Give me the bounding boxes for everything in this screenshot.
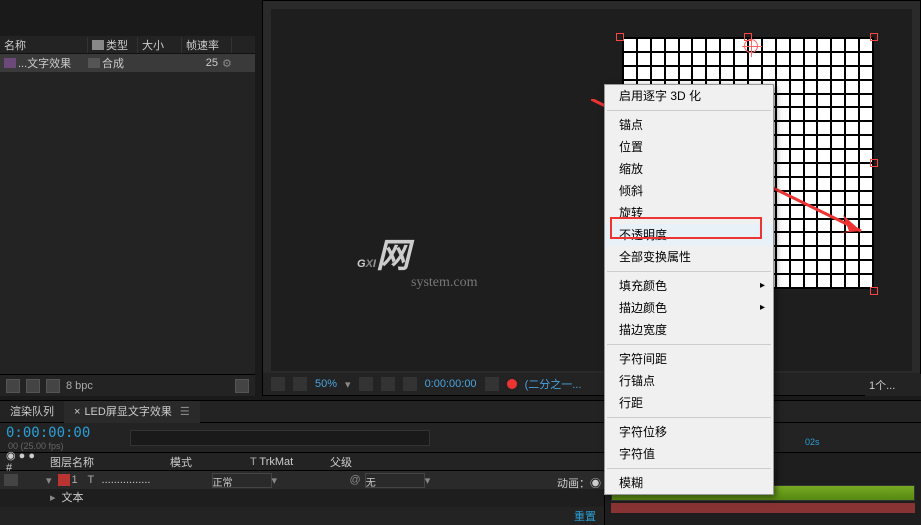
grid-icon[interactable] bbox=[271, 377, 285, 391]
layer-name[interactable]: ................ bbox=[102, 474, 212, 486]
menu-enable-3d[interactable]: 启用逐字 3D 化 bbox=[605, 85, 773, 107]
new-comp-icon[interactable] bbox=[46, 379, 60, 393]
menu-skew[interactable]: 倾斜 bbox=[605, 180, 773, 202]
layer-number: 1 bbox=[72, 474, 88, 486]
tab-composition[interactable]: ×LED屏显文字效果☰ bbox=[64, 401, 200, 423]
layer-search[interactable] bbox=[130, 430, 430, 446]
visibility-icon[interactable] bbox=[4, 474, 18, 486]
handle-mr[interactable] bbox=[870, 159, 878, 167]
res-icon[interactable] bbox=[359, 377, 373, 391]
mask-icon[interactable] bbox=[293, 377, 307, 391]
zoom-level[interactable]: 50% bbox=[315, 378, 337, 390]
col-switches: ◉ ● ● # bbox=[0, 449, 44, 474]
settings-icon[interactable]: ⚙ bbox=[222, 58, 232, 70]
menu-line-spacing[interactable]: 行距 bbox=[605, 392, 773, 414]
col-name[interactable]: 名称 bbox=[0, 37, 88, 53]
comp-icon bbox=[4, 58, 16, 68]
col-trkmat[interactable]: T TrkMat bbox=[244, 456, 324, 468]
text-layer-icon: T bbox=[88, 474, 102, 486]
current-time[interactable]: 0:00:00:00 bbox=[6, 425, 90, 441]
context-menu: 启用逐字 3D 化 锚点 位置 缩放 倾斜 旋转 不透明度 全部变换属性 填充颜… bbox=[604, 84, 774, 495]
col-parent[interactable]: 父级 bbox=[324, 454, 424, 470]
interpret-icon[interactable] bbox=[6, 379, 20, 393]
channel-icon[interactable] bbox=[403, 377, 417, 391]
anchor-point-icon[interactable] bbox=[744, 39, 758, 53]
col-layer-name[interactable]: 图层名称 bbox=[44, 454, 164, 470]
menu-char-offset[interactable]: 字符位移 bbox=[605, 421, 773, 443]
col-mode[interactable]: 模式 bbox=[164, 454, 244, 470]
resolution[interactable]: (二分之一... bbox=[525, 376, 582, 392]
project-columns: 名称 类型 大小 帧速率 bbox=[0, 36, 255, 54]
menu-anchor[interactable]: 锚点 bbox=[605, 114, 773, 136]
color-icon[interactable] bbox=[507, 379, 517, 389]
menu-all-transform[interactable]: 全部变换属性 bbox=[605, 246, 773, 268]
twirl-icon[interactable]: ▾ bbox=[46, 474, 52, 487]
parent-select[interactable]: 无 bbox=[365, 473, 425, 488]
layer-color[interactable] bbox=[58, 474, 70, 486]
tag-icon bbox=[92, 40, 104, 50]
watermark-sub: system.com bbox=[411, 275, 478, 291]
right-footer: 1个... bbox=[865, 374, 921, 396]
timeline-footer: 重置 bbox=[0, 507, 604, 525]
viewer-canvas[interactable]: GXI网 system.com bbox=[271, 9, 912, 371]
tab-render-queue[interactable]: 渲染队列 bbox=[0, 401, 64, 423]
layer-bar-2[interactable] bbox=[611, 503, 915, 513]
menu-opacity[interactable]: 不透明度 bbox=[605, 224, 773, 246]
menu-tracking[interactable]: 字符间距 bbox=[605, 348, 773, 370]
project-panel: 名称 类型 大小 帧速率 ...文字效果 合成 25 ⚙ bbox=[0, 36, 255, 384]
trash-icon[interactable] bbox=[235, 379, 249, 393]
item-type: 合成 bbox=[102, 55, 124, 71]
timeline-panel: 渲染队列 ×LED屏显文字效果☰ 0:00:00:00 00 (25.00 fp… bbox=[0, 400, 921, 525]
handle-tl[interactable] bbox=[616, 33, 624, 41]
pickwhip-icon[interactable]: @ bbox=[350, 474, 361, 486]
project-item-row[interactable]: ...文字效果 合成 25 ⚙ bbox=[0, 54, 255, 72]
handle-br[interactable] bbox=[870, 287, 878, 295]
project-footer: 8 bpc bbox=[0, 374, 255, 396]
menu-blur[interactable]: 模糊 bbox=[605, 472, 773, 494]
menu-line-anchor[interactable]: 行锚点 bbox=[605, 370, 773, 392]
item-name: ...文字效果 bbox=[18, 55, 71, 71]
blend-mode[interactable]: 正常 bbox=[212, 473, 272, 488]
snapshot-icon[interactable] bbox=[485, 377, 499, 391]
twirl-icon: ▸ bbox=[50, 491, 56, 504]
new-folder-icon[interactable] bbox=[26, 379, 40, 393]
folder-icon bbox=[88, 58, 100, 68]
tab-menu-icon[interactable]: ☰ bbox=[180, 401, 190, 423]
guide-icon[interactable] bbox=[381, 377, 395, 391]
col-type[interactable]: 类型 bbox=[88, 37, 138, 53]
item-fps: 25 bbox=[182, 57, 222, 69]
watermark: GXI网 bbox=[357, 227, 410, 278]
timeline-tabs: 渲染队列 ×LED屏显文字效果☰ bbox=[0, 401, 921, 423]
menu-position[interactable]: 位置 bbox=[605, 136, 773, 158]
col-size[interactable]: 大小 bbox=[138, 37, 182, 53]
composition-viewer: GXI网 system.com bbox=[262, 0, 921, 396]
viewer-footer: 50% ▾ 0:00:00:00 (二分之一... bbox=[263, 373, 920, 395]
animate-label[interactable]: 动画：◉ bbox=[557, 475, 601, 491]
menu-fill-color[interactable]: 填充颜色 bbox=[605, 275, 773, 297]
reset-link[interactable]: 重置 bbox=[574, 511, 596, 523]
col-fps[interactable]: 帧速率 bbox=[182, 37, 232, 53]
handle-tr[interactable] bbox=[870, 33, 878, 41]
menu-rotation[interactable]: 旋转 bbox=[605, 202, 773, 224]
menu-char-value[interactable]: 字符值 bbox=[605, 443, 773, 465]
bpc-toggle[interactable]: 8 bpc bbox=[66, 380, 93, 392]
add-animator-icon[interactable]: ◉ bbox=[590, 478, 601, 490]
menu-stroke-width[interactable]: 描边宽度 bbox=[605, 319, 773, 341]
viewer-time[interactable]: 0:00:00:00 bbox=[425, 378, 477, 390]
menu-scale[interactable]: 缩放 bbox=[605, 158, 773, 180]
menu-stroke-color[interactable]: 描边颜色 bbox=[605, 297, 773, 319]
